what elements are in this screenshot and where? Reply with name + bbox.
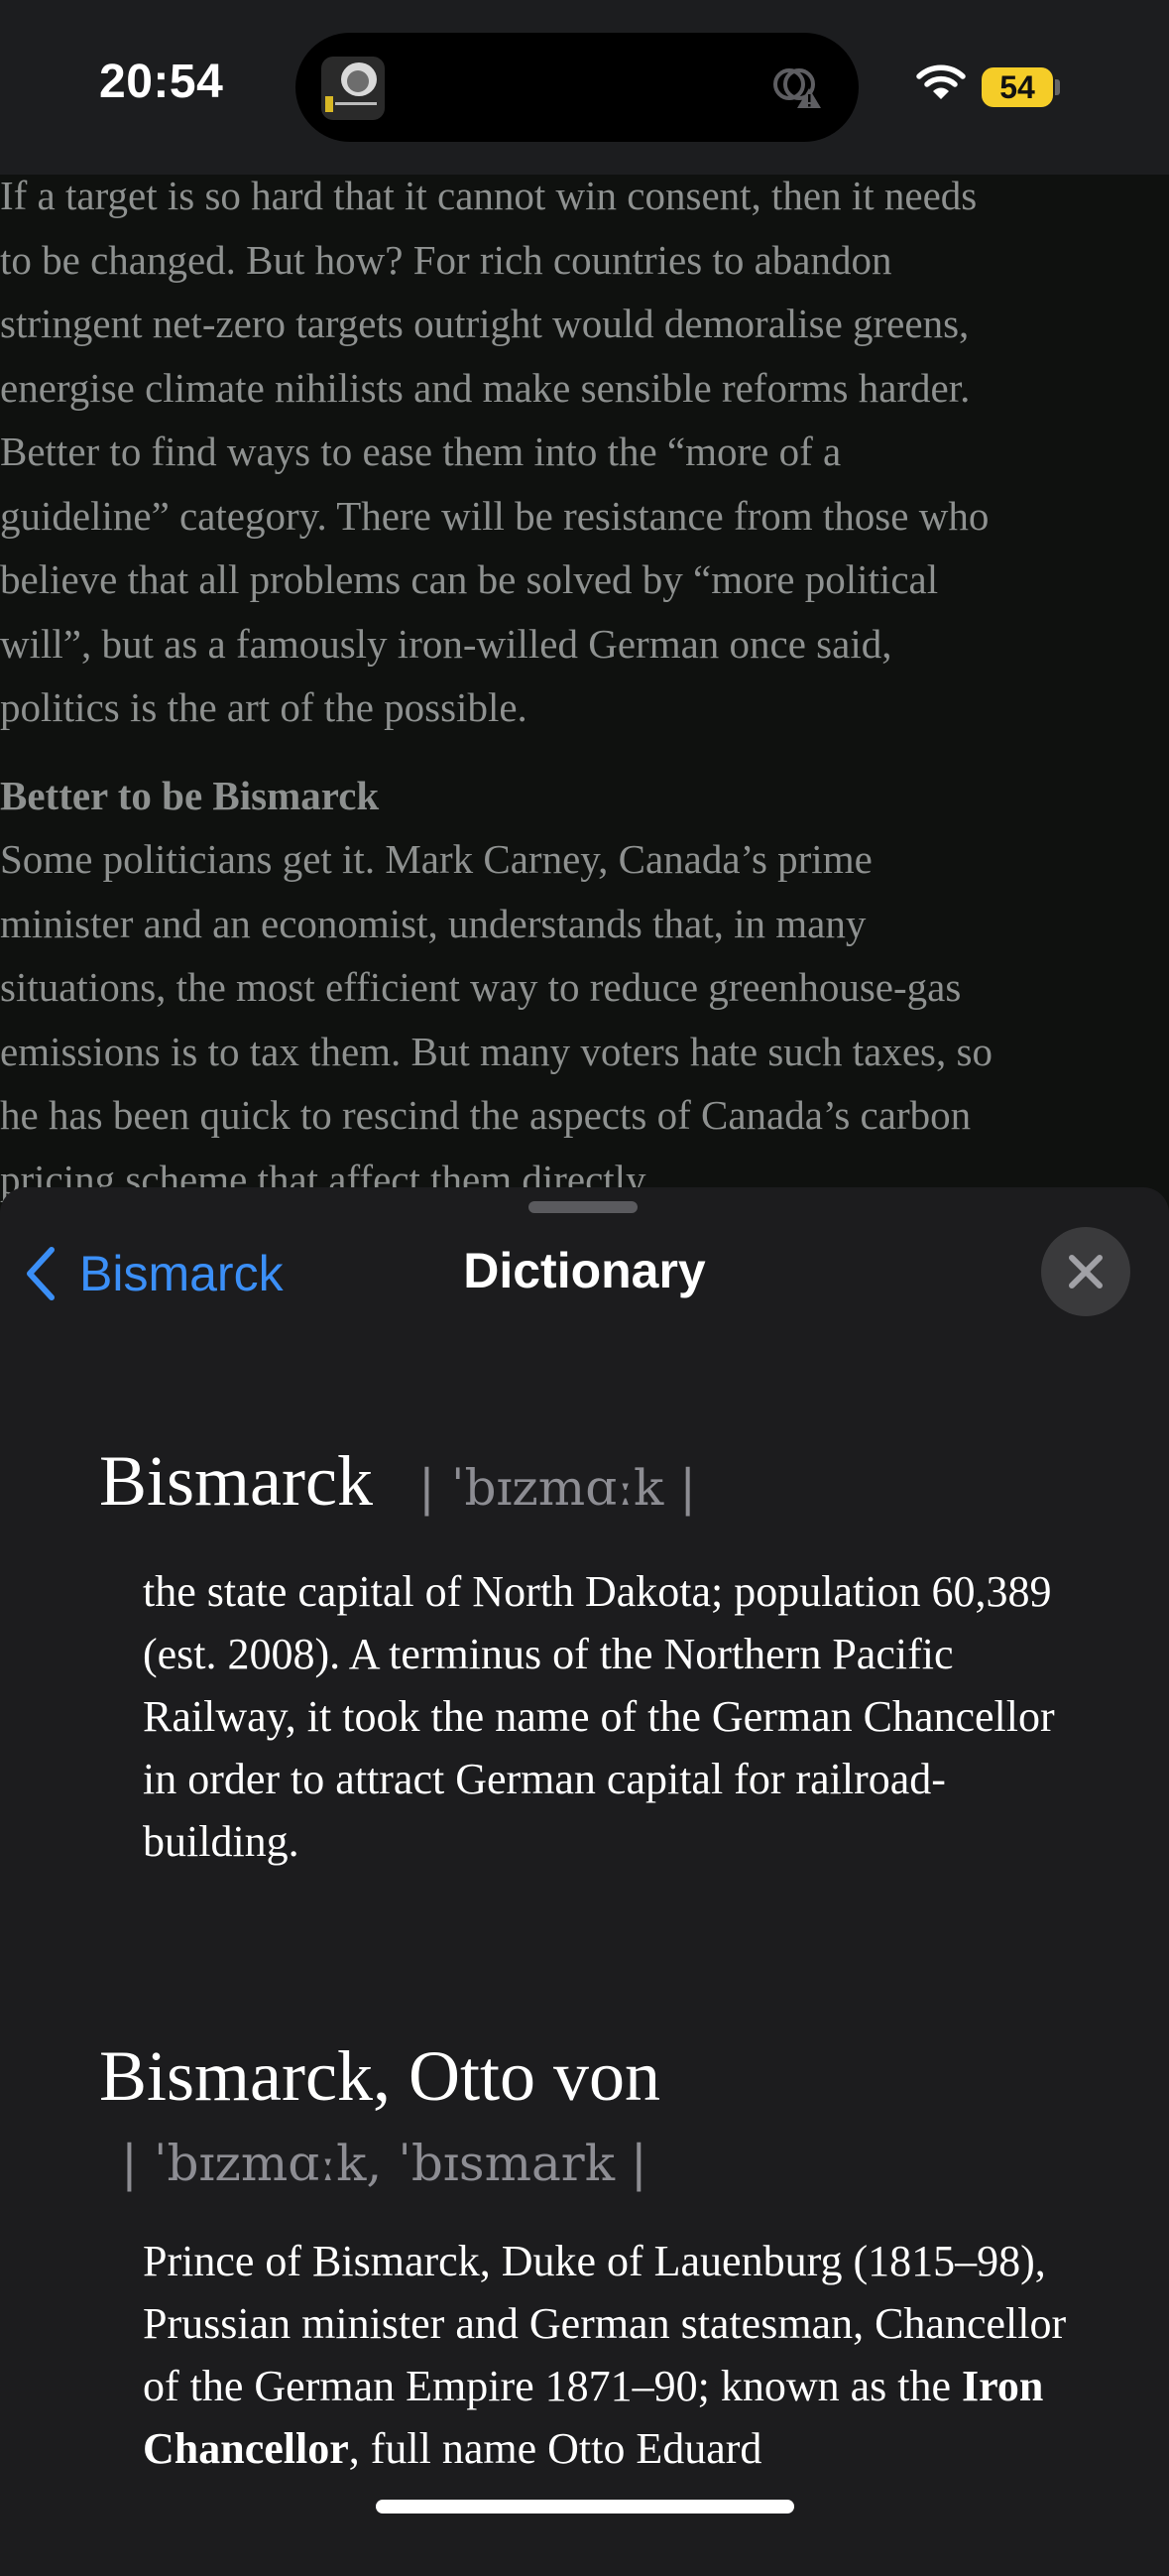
dynamic-island[interactable]: [295, 33, 859, 142]
article-line: believe that all problems can be solved …: [0, 556, 939, 602]
article-line: minister and an economist, understands t…: [0, 900, 867, 946]
article-line: to be changed. But how? For rich countri…: [0, 236, 892, 283]
status-time: 20:54: [99, 56, 224, 108]
article-line: stringent net-zero targets outright woul…: [0, 301, 970, 346]
status-bar: 20:54 54: [0, 0, 1169, 175]
close-button[interactable]: [1041, 1227, 1130, 1316]
entry-definition: Prince of Bismarck, Duke of Lauenburg (1…: [143, 2230, 1095, 2480]
entry-pronunciation: | ˈbɪzmɑːk |: [417, 1459, 697, 1517]
entry-pronunciation: | ˈbɪzmɑːk, ˈbɪsmark |: [121, 2135, 647, 2192]
article-background: If a target is so hard that it cannot wi…: [0, 164, 1169, 1211]
definition-text: Prince of Bismarck, Duke of Lauenburg (1…: [143, 2237, 1067, 2410]
article-line: Some politicians get it. Mark Carney, Ca…: [0, 836, 873, 882]
article-line: will”, but as a famously iron-willed Ger…: [0, 620, 892, 667]
close-icon: [1069, 1255, 1103, 1288]
dictionary-sheet: Bismarck Dictionary Bismarck | ˈbɪzmɑːk …: [0, 1187, 1169, 2576]
article-subhead: Better to be Bismarck: [0, 772, 380, 818]
entry-definition: the state capital of North Dakota; popul…: [143, 1567, 1055, 1866]
article-line: emissions is to tax them. But many voter…: [0, 1028, 993, 1074]
article-line: situations, the most efficient way to re…: [0, 964, 962, 1010]
sheet-title: Dictionary: [463, 1243, 706, 1298]
definition-text: , full name Otto Eduard: [348, 2424, 762, 2473]
home-indicator[interactable]: [376, 2500, 794, 2514]
audio-warning-icon: [773, 68, 821, 108]
article-line: guideline” category. There will be resis…: [0, 492, 990, 539]
battery-indicator: 54: [982, 67, 1053, 107]
article-line: energise climate nihilists and make sens…: [0, 364, 971, 411]
article-line: Better to find ways to ease them into th…: [0, 429, 842, 474]
battery-tip: [1055, 79, 1060, 95]
article-line: politics is the art of the possible.: [0, 684, 527, 730]
entry-headword: Bismarck | ˈbɪzmɑːk |: [99, 1440, 696, 1523]
entry-headword-text: Bismarck: [99, 1441, 373, 1521]
sheet-grabber[interactable]: [528, 1201, 638, 1213]
article-line: he has been quick to rescind the aspects…: [0, 1092, 972, 1138]
now-playing-artwork[interactable]: [321, 57, 385, 120]
wifi-icon: [916, 64, 966, 99]
entry-headword: Bismarck, Otto von: [99, 2036, 660, 2116]
